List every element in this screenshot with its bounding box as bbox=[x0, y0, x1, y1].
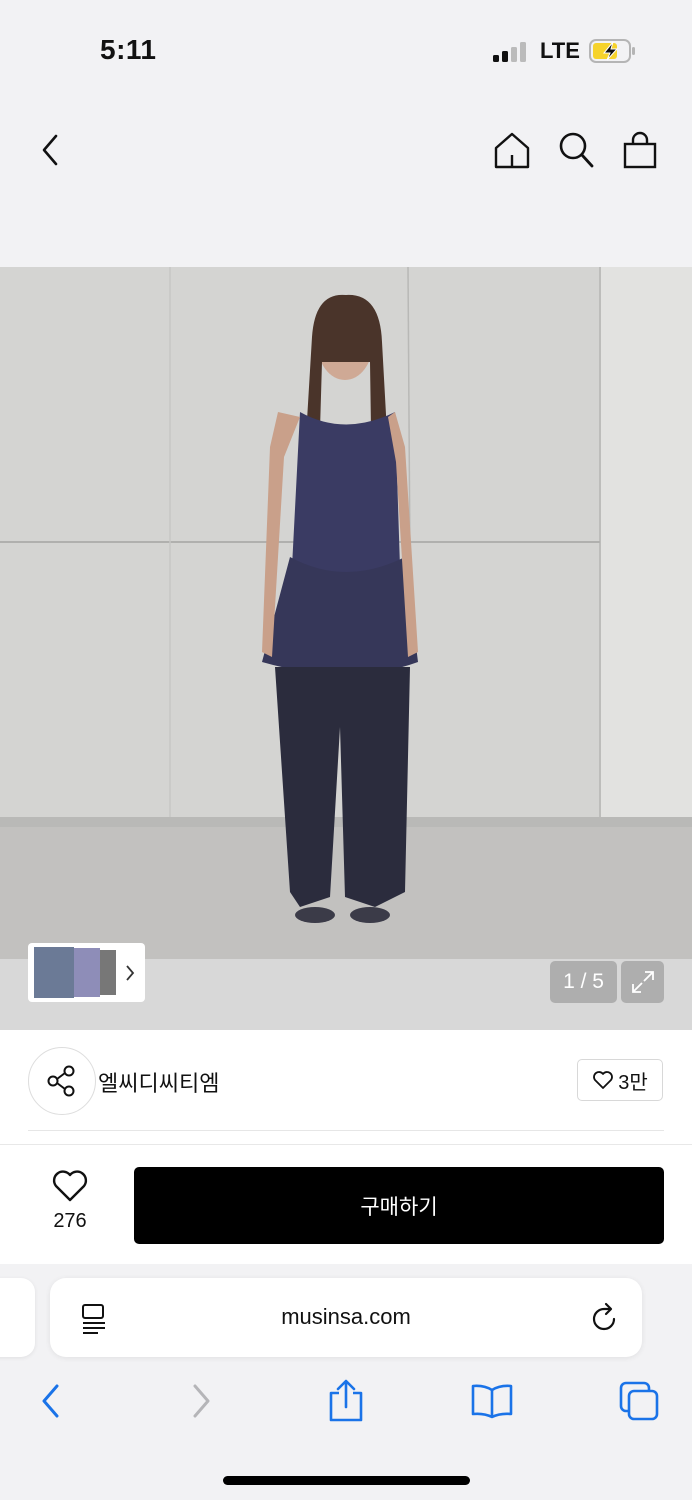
buy-button[interactable]: 구매하기 bbox=[134, 1167, 664, 1244]
shopping-bag-icon bbox=[623, 131, 657, 169]
browser-forward-button[interactable] bbox=[176, 1376, 226, 1426]
forward-icon bbox=[193, 1384, 210, 1418]
browser-bookmarks-button[interactable] bbox=[467, 1376, 517, 1426]
share-button[interactable] bbox=[28, 1047, 96, 1115]
battery-icon bbox=[589, 39, 635, 63]
brand-like-count: 3만 bbox=[618, 1071, 648, 1094]
image-counter: 1 / 5 bbox=[550, 961, 617, 1003]
product-image-gallery[interactable]: 1 / 5 bbox=[0, 267, 692, 1030]
expand-icon bbox=[631, 971, 654, 993]
share-icon bbox=[47, 1065, 75, 1097]
home-indicator[interactable] bbox=[223, 1476, 470, 1485]
status-time: 5:11 bbox=[100, 34, 157, 65]
back-icon bbox=[42, 1384, 59, 1418]
bookmarks-icon bbox=[471, 1384, 513, 1419]
status-bar: 5:11 LTE bbox=[0, 0, 692, 100]
cellular-signal-icon bbox=[493, 42, 527, 62]
previous-tab-preview[interactable] bbox=[0, 1278, 35, 1357]
share-sheet-icon bbox=[329, 1379, 363, 1422]
expand-button[interactable] bbox=[621, 961, 664, 1003]
divider bbox=[28, 1130, 664, 1131]
network-type: LTE bbox=[540, 38, 580, 63]
thumbnail-images bbox=[34, 947, 135, 998]
back-icon bbox=[42, 134, 58, 166]
brand-like-button[interactable]: 3만 bbox=[577, 1059, 663, 1101]
home-button[interactable] bbox=[490, 128, 534, 172]
top-navigation bbox=[0, 100, 692, 267]
browser-tabs-button[interactable] bbox=[614, 1376, 664, 1426]
home-icon bbox=[494, 132, 530, 169]
product-photo bbox=[0, 267, 692, 1030]
address-bar[interactable]: musinsa.com bbox=[50, 1278, 642, 1357]
wishlist-count: 276 bbox=[53, 1210, 87, 1232]
brand-row: 엘씨디씨티엠 3만 bbox=[0, 1030, 692, 1144]
reload-icon[interactable] bbox=[588, 1302, 620, 1334]
back-button[interactable] bbox=[30, 130, 70, 170]
url-text: musinsa.com bbox=[281, 1304, 411, 1329]
thumbnail-strip[interactable] bbox=[28, 943, 145, 1002]
wishlist-button[interactable]: 276 bbox=[28, 1169, 112, 1233]
brand-name[interactable]: 엘씨디씨티엠 bbox=[98, 1066, 219, 1098]
cart-button[interactable] bbox=[618, 128, 662, 172]
browser-toolbar: musinsa.com bbox=[0, 1264, 692, 1500]
heart-icon bbox=[52, 1170, 88, 1202]
tabs-icon bbox=[619, 1381, 659, 1421]
search-button[interactable] bbox=[554, 128, 598, 172]
purchase-bar: 276 구매하기 bbox=[0, 1144, 692, 1264]
heart-icon bbox=[593, 1071, 614, 1089]
browser-share-button[interactable] bbox=[321, 1376, 371, 1426]
browser-back-button[interactable] bbox=[26, 1376, 76, 1426]
search-icon bbox=[559, 132, 594, 168]
